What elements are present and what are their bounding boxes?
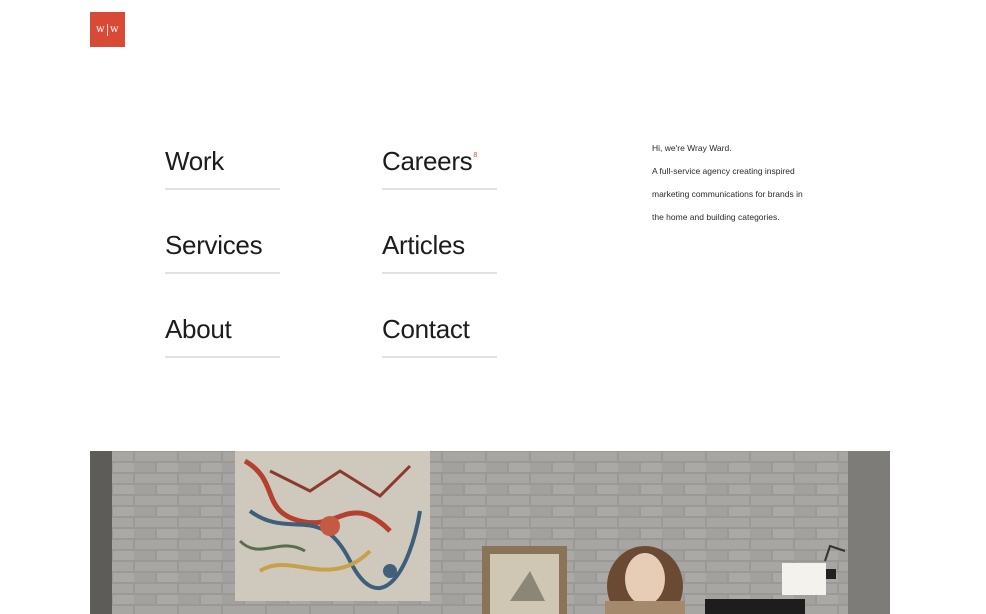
nav-link-careers[interactable]: Careers8 <box>382 140 497 190</box>
nav-link-contact[interactable]: Contact <box>382 308 497 358</box>
intro-greeting: Hi, we're Wray Ward. <box>652 143 732 153</box>
nav-label-articles: Articles <box>382 230 465 260</box>
hero-image <box>90 451 890 614</box>
intro-line-1: A full-service agency creating inspired <box>652 166 795 176</box>
logo-letter-left: w <box>95 24 105 35</box>
nav-link-work[interactable]: Work <box>165 140 280 190</box>
intro-line-3: the home and building categories. <box>652 212 780 222</box>
nav-label-about: About <box>165 314 232 344</box>
ww-logo[interactable]: w w <box>90 12 125 47</box>
nav-label-careers: Careers8 <box>382 148 477 174</box>
logo-divider <box>107 23 108 36</box>
nav-label-work: Work <box>165 146 224 176</box>
nav-label-services: Services <box>165 230 263 260</box>
nav-link-services[interactable]: Services <box>165 224 280 274</box>
intro-text: Hi, we're Wray Ward. A full-service agen… <box>652 137 832 229</box>
careers-count-badge: 8 <box>473 152 477 159</box>
hero-photo-illustration <box>90 451 890 614</box>
nav-label-contact: Contact <box>382 314 470 344</box>
careers-text: Careers <box>382 146 473 176</box>
nav-link-articles[interactable]: Articles <box>382 224 497 274</box>
intro-line-2: marketing communications for brands in <box>652 189 803 199</box>
nav-link-about[interactable]: About <box>165 308 280 358</box>
logo-letter-right: w <box>110 24 120 35</box>
